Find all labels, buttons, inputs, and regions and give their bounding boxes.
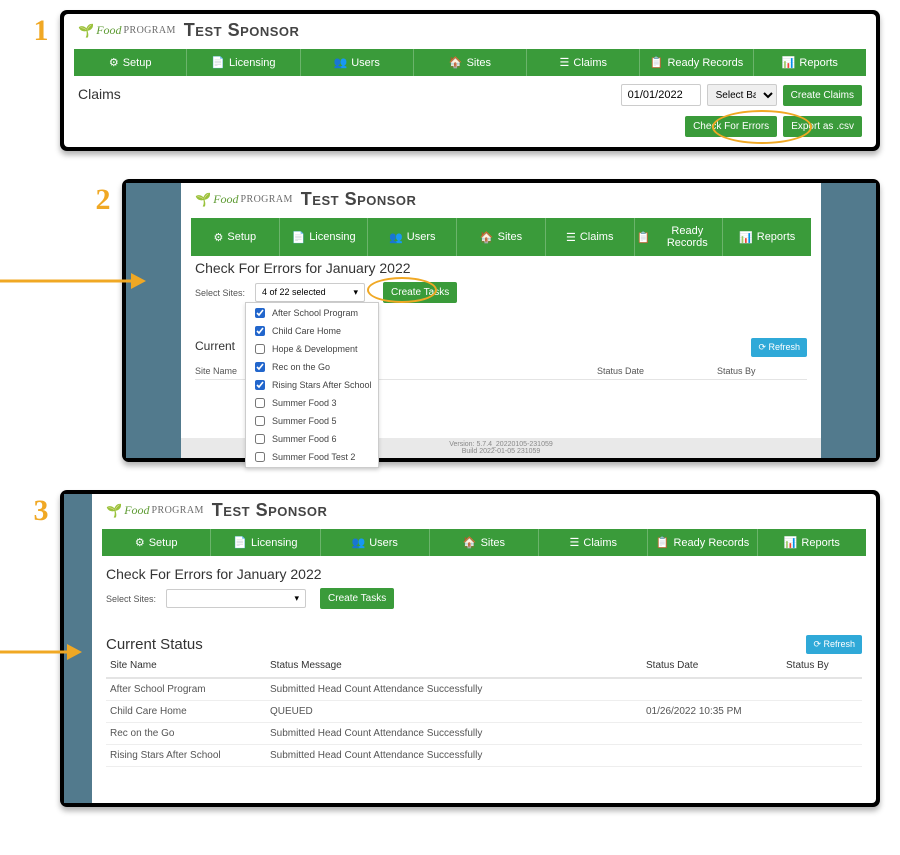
table-row: Rising Stars After SchoolSubmitted Head … bbox=[106, 745, 862, 767]
site-option[interactable]: Child Care Home bbox=[247, 322, 377, 340]
create-tasks-button[interactable]: Create Tasks bbox=[383, 282, 457, 303]
site-checkbox[interactable] bbox=[255, 380, 265, 390]
check-errors-heading: Check For Errors for January 2022 bbox=[106, 562, 862, 588]
site-option[interactable]: Summer Food 5 bbox=[247, 412, 377, 430]
step-number-2: 2 bbox=[82, 183, 124, 217]
nav-licensing[interactable]: 📄Licensing bbox=[280, 218, 369, 256]
sites-multiselect[interactable]: ▾ bbox=[166, 589, 306, 608]
blue-sidebar bbox=[821, 183, 876, 458]
setup-icon: ⚙ bbox=[214, 231, 224, 244]
nav-licensing[interactable]: 📄Licensing bbox=[187, 49, 300, 76]
nav-sites[interactable]: 🏠Sites bbox=[414, 49, 527, 76]
nav-reports[interactable]: 📊Reports bbox=[758, 529, 866, 556]
nav-users[interactable]: 👥Users bbox=[321, 529, 430, 556]
nav-setup[interactable]: ⚙Setup bbox=[102, 529, 211, 556]
nav-claims[interactable]: ☰Claims bbox=[539, 529, 648, 556]
nav-setup[interactable]: ⚙Setup bbox=[191, 218, 280, 256]
claims-icon: ☰ bbox=[570, 536, 580, 549]
site-option[interactable]: Summer Food Test 2 bbox=[247, 448, 377, 466]
refresh-button[interactable]: ⟳ Refresh bbox=[751, 338, 807, 357]
nav-ready-records[interactable]: 📋Ready Records bbox=[648, 529, 757, 556]
licensing-icon: 📄 bbox=[291, 231, 305, 244]
current-status-heading: Current Status bbox=[106, 636, 203, 653]
setup-icon: ⚙ bbox=[109, 56, 119, 69]
refresh-button[interactable]: ⟳ Refresh bbox=[806, 635, 862, 654]
batch-select[interactable]: Select Batch bbox=[707, 84, 777, 106]
nav-licensing[interactable]: 📄Licensing bbox=[211, 529, 320, 556]
site-checkbox[interactable] bbox=[255, 416, 265, 426]
site-checkbox[interactable] bbox=[255, 452, 265, 462]
status-table: Site Name Status Message Status Date Sta… bbox=[106, 654, 862, 767]
ready-records-icon: 📋 bbox=[656, 536, 670, 549]
table-row: Child Care HomeQUEUED01/26/2022 10:35 PM bbox=[106, 701, 862, 723]
site-checkbox[interactable] bbox=[255, 326, 265, 336]
panel-header: 🌱FoodPROGRAM Test Sponsor bbox=[64, 14, 876, 45]
site-option[interactable]: Rising Stars After School bbox=[247, 376, 377, 394]
table-row: After School ProgramSubmitted Head Count… bbox=[106, 678, 862, 701]
users-icon: 👥 bbox=[351, 536, 365, 549]
select-sites-label: Select Sites: bbox=[106, 594, 160, 604]
nav-claims[interactable]: ☰Claims bbox=[527, 49, 640, 76]
nav-users[interactable]: 👥Users bbox=[368, 218, 457, 256]
current-status-heading: Current bbox=[195, 335, 235, 359]
reports-icon: 📊 bbox=[784, 536, 798, 549]
sites-icon: 🏠 bbox=[463, 536, 477, 549]
site-option[interactable]: Summer Food 6 bbox=[247, 430, 377, 448]
page-title: Test Sponsor bbox=[184, 20, 300, 41]
export-csv-button[interactable]: Export as .csv bbox=[783, 116, 862, 137]
nav-setup[interactable]: ⚙Setup bbox=[74, 49, 187, 76]
site-option[interactable]: Hope & Development bbox=[247, 340, 377, 358]
step-number-3: 3 bbox=[20, 494, 62, 528]
site-checkbox[interactable] bbox=[255, 308, 265, 318]
arrow-annotation bbox=[0, 261, 146, 301]
reports-icon: 📊 bbox=[739, 231, 753, 244]
claims-heading: Claims bbox=[78, 82, 121, 108]
setup-icon: ⚙ bbox=[135, 536, 145, 549]
check-for-errors-button[interactable]: Check For Errors bbox=[685, 116, 777, 137]
date-input[interactable] bbox=[621, 84, 701, 106]
sites-icon: 🏠 bbox=[480, 231, 494, 244]
site-option[interactable]: Rec on the Go bbox=[247, 358, 377, 376]
create-tasks-button[interactable]: Create Tasks bbox=[320, 588, 394, 609]
arrow-annotation bbox=[0, 632, 82, 672]
claims-icon: ☰ bbox=[566, 231, 576, 244]
users-icon: 👥 bbox=[333, 56, 347, 69]
main-nav: ⚙Setup📄Licensing👥Users🏠Sites☰Claims📋Read… bbox=[74, 49, 866, 76]
nav-ready-records[interactable]: 📋Ready Records bbox=[635, 218, 724, 256]
sites-multiselect[interactable]: 4 of 22 selected▾ bbox=[255, 283, 365, 302]
nav-reports[interactable]: 📊Reports bbox=[723, 218, 811, 256]
site-option[interactable]: After School Program bbox=[247, 304, 377, 322]
site-checkbox[interactable] bbox=[255, 398, 265, 408]
site-option[interactable]: Summer Food 3 bbox=[247, 394, 377, 412]
table-row: Rec on the GoSubmitted Head Count Attend… bbox=[106, 723, 862, 745]
nav-sites[interactable]: 🏠Sites bbox=[430, 529, 539, 556]
users-icon: 👥 bbox=[389, 231, 403, 244]
ready-records-icon: 📋 bbox=[650, 56, 664, 69]
sites-dropdown[interactable]: After School ProgramChild Care HomeHope … bbox=[245, 302, 379, 468]
step-number-1: 1 bbox=[20, 14, 62, 48]
licensing-icon: 📄 bbox=[211, 56, 225, 69]
ready-records-icon: 📋 bbox=[637, 231, 651, 244]
sites-icon: 🏠 bbox=[449, 56, 463, 69]
select-sites-label: Select Sites: bbox=[195, 288, 249, 298]
nav-users[interactable]: 👥Users bbox=[301, 49, 414, 76]
licensing-icon: 📄 bbox=[233, 536, 247, 549]
create-claims-button[interactable]: Create Claims bbox=[783, 85, 862, 106]
site-checkbox[interactable] bbox=[255, 344, 265, 354]
nav-reports[interactable]: 📊Reports bbox=[754, 49, 866, 76]
claims-icon: ☰ bbox=[560, 56, 570, 69]
site-checkbox[interactable] bbox=[255, 362, 265, 372]
nav-claims[interactable]: ☰Claims bbox=[546, 218, 635, 256]
site-checkbox[interactable] bbox=[255, 434, 265, 444]
nav-ready-records[interactable]: 📋Ready Records bbox=[640, 49, 753, 76]
nav-sites[interactable]: 🏠Sites bbox=[457, 218, 546, 256]
check-errors-heading: Check For Errors for January 2022 bbox=[195, 256, 807, 282]
reports-icon: 📊 bbox=[782, 56, 796, 69]
blue-sidebar bbox=[126, 183, 181, 458]
